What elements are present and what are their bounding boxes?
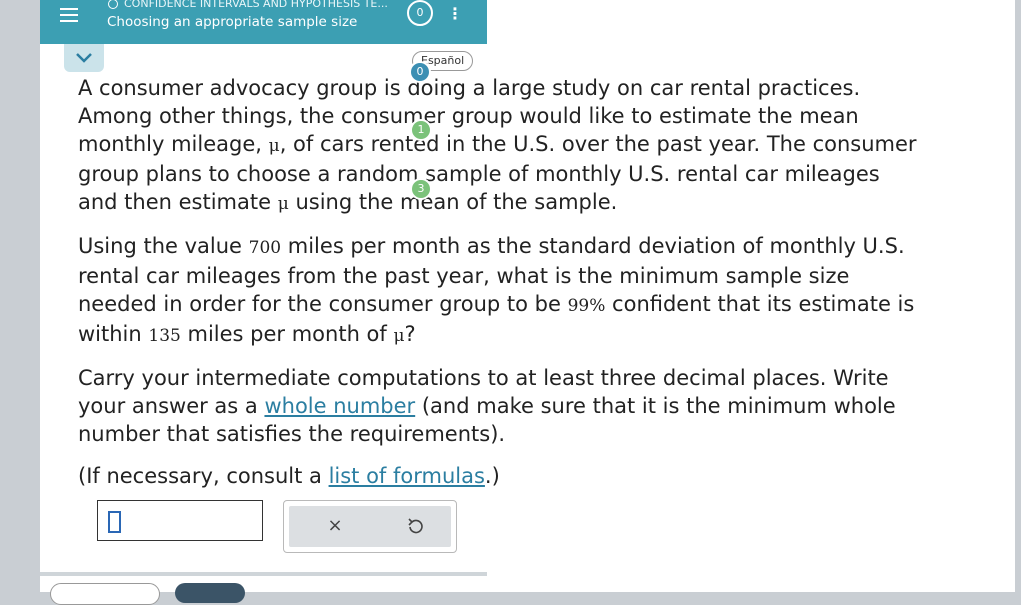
math-value: 700	[248, 238, 282, 258]
hint-badge[interactable]: 0	[409, 61, 431, 83]
math-symbol: μ	[277, 194, 289, 214]
math-symbol: μ	[393, 326, 405, 346]
page-title: Choosing an appropriate sample size	[107, 14, 358, 30]
collapse-toggle-button[interactable]	[64, 44, 104, 72]
secondary-button[interactable]	[50, 583, 160, 605]
topic-label: CONFIDENCE INTERVALS AND HYPOTHESIS TE..…	[124, 0, 388, 10]
question-paragraph-2: Using the value 700 miles per month as t…	[78, 232, 918, 350]
question-paragraph-3: Carry your intermediate computations to …	[78, 364, 918, 448]
question-body: A consumer advocacy group is doing a lar…	[78, 74, 918, 504]
tools-panel: ×	[289, 506, 451, 547]
primary-button[interactable]	[175, 583, 245, 603]
math-symbol: μ	[268, 136, 280, 156]
hint-badge[interactable]: 1	[410, 119, 432, 141]
progress-indicator[interactable]: 0	[407, 0, 433, 26]
clear-button[interactable]: ×	[325, 516, 345, 536]
text-cursor	[108, 511, 121, 533]
question-text: Using the value	[78, 234, 249, 258]
question-paragraph-4: (If necessary, consult a list of formula…	[78, 462, 918, 490]
question-text: ?	[404, 322, 416, 346]
undo-icon	[408, 518, 423, 534]
header-bar: CONFIDENCE INTERVALS AND HYPOTHESIS TE..…	[40, 0, 487, 44]
question-text: .)	[484, 464, 500, 488]
topic-circle-icon	[108, 0, 118, 9]
topic-breadcrumb[interactable]: CONFIDENCE INTERVALS AND HYPOTHESIS TE..…	[108, 0, 388, 10]
menu-icon[interactable]	[58, 4, 80, 26]
hint-badge[interactable]: 3	[410, 178, 432, 200]
undo-button[interactable]	[405, 516, 425, 536]
whole-number-link[interactable]: whole number	[264, 394, 415, 418]
more-options-icon[interactable]: ⋮	[445, 5, 465, 25]
math-value: 135	[148, 326, 181, 346]
bottom-divider	[40, 572, 487, 576]
question-text: using the mean of the sample.	[288, 190, 618, 214]
question-text: (If necessary, consult a	[78, 464, 329, 488]
question-paragraph-1: A consumer advocacy group is doing a lar…	[78, 74, 918, 218]
answer-input[interactable]	[97, 500, 263, 541]
question-text: miles per month of	[180, 322, 394, 346]
answer-tools: ×	[283, 500, 457, 553]
math-value: 99%	[567, 296, 606, 316]
chevron-down-icon	[76, 53, 92, 63]
formulas-link[interactable]: list of formulas	[329, 464, 485, 488]
